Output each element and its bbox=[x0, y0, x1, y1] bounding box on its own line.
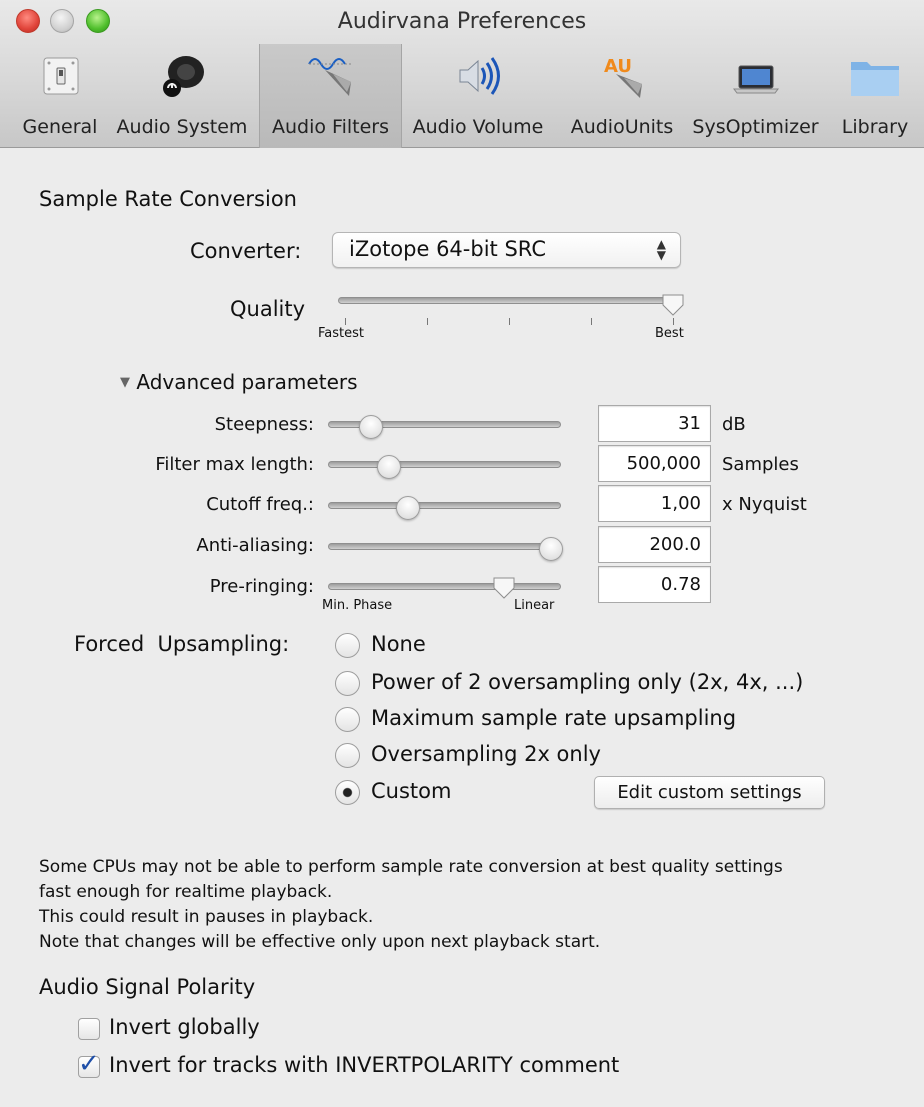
cutoff-slider-knob[interactable] bbox=[396, 496, 420, 520]
anti-aliasing-slider-knob[interactable] bbox=[539, 537, 563, 561]
toolbar-label: General bbox=[22, 116, 98, 138]
pre-ringing-max-label: Linear bbox=[514, 598, 555, 613]
invert-tracks-checkbox[interactable]: ✓ bbox=[78, 1049, 100, 1079]
filter-length-slider-knob[interactable] bbox=[377, 455, 401, 479]
advanced-parameters-label: Advanced parameters bbox=[136, 370, 358, 394]
quality-slider-knob[interactable] bbox=[661, 293, 685, 317]
quality-tick bbox=[345, 318, 346, 325]
invert-tracks-label[interactable]: Invert for tracks with INVERTPOLARITY co… bbox=[109, 1053, 619, 1077]
note-line: Some CPUs may not be able to perform sam… bbox=[39, 857, 783, 877]
invert-globally-label[interactable]: Invert globally bbox=[109, 1015, 260, 1039]
radio-max-sample-rate[interactable] bbox=[335, 707, 360, 732]
forced-upsampling-label: Forced Upsampling: bbox=[74, 632, 290, 656]
quality-tick bbox=[591, 318, 592, 325]
toolbar-audio-volume[interactable]: Audio Volume bbox=[404, 44, 552, 148]
radio-power-of-2-label[interactable]: Power of 2 oversampling only (2x, 4x, ..… bbox=[371, 670, 803, 694]
cutoff-field[interactable]: 1,00 bbox=[598, 485, 711, 522]
radio-max-sample-rate-label[interactable]: Maximum sample rate upsampling bbox=[371, 706, 736, 730]
note-line: Note that changes will be effective only… bbox=[39, 932, 601, 952]
updown-arrows-icon: ▲ ▼ bbox=[656, 237, 666, 262]
radio-custom-label[interactable]: Custom bbox=[371, 779, 451, 803]
quality-tick bbox=[673, 318, 674, 325]
quality-label: Quality bbox=[230, 297, 306, 321]
quality-min-label: Fastest bbox=[318, 326, 364, 341]
anti-aliasing-slider-track bbox=[328, 543, 561, 550]
quality-tick bbox=[427, 318, 428, 325]
laptop-icon bbox=[732, 65, 779, 94]
toolbar-audio-filters[interactable]: Audio Filters bbox=[259, 44, 402, 148]
au-icon: AU bbox=[604, 56, 642, 98]
cutoff-unit: x Nyquist bbox=[722, 494, 807, 515]
toolbar-label: Audio Volume bbox=[412, 116, 544, 138]
param-label-steepness: Steepness: bbox=[214, 414, 314, 435]
switch-icon bbox=[43, 57, 79, 95]
radio-none-label[interactable]: None bbox=[371, 632, 426, 656]
svg-text:AU: AU bbox=[604, 56, 632, 77]
audio-signal-polarity-heading: Audio Signal Polarity bbox=[39, 975, 256, 999]
toolbar-label: SysOptimizer bbox=[692, 116, 819, 138]
radio-none[interactable] bbox=[335, 633, 360, 658]
quality-max-label: Best bbox=[655, 326, 684, 341]
cutoff-slider-track bbox=[328, 502, 561, 509]
toolbar-label: AudioUnits bbox=[570, 116, 674, 138]
checkmark-icon: ✓ bbox=[78, 1049, 100, 1079]
toolbar-library[interactable]: Library bbox=[834, 44, 916, 148]
filter-wave-icon bbox=[307, 58, 351, 96]
radio-oversampling-2x-label[interactable]: Oversampling 2x only bbox=[371, 742, 601, 766]
steepness-field[interactable]: 31 bbox=[598, 405, 711, 442]
filter-length-slider-track bbox=[328, 461, 561, 468]
note-line: This could result in pauses in playback. bbox=[39, 907, 374, 927]
window-titlebar: Audirvana Preferences General Audio Syst… bbox=[0, 0, 924, 148]
folder-icon bbox=[851, 62, 899, 96]
radio-power-of-2[interactable] bbox=[335, 671, 360, 696]
edit-custom-settings-button[interactable]: Edit custom settings bbox=[594, 776, 825, 809]
sample-rate-conversion-heading: Sample Rate Conversion bbox=[39, 187, 297, 211]
filter-max-length-field[interactable]: 500,000 bbox=[598, 445, 711, 482]
pre-ringing-slider-track bbox=[328, 583, 561, 590]
toolbar-audiounits[interactable]: AU AudioUnits bbox=[560, 44, 684, 148]
window-title: Audirvana Preferences bbox=[337, 9, 587, 34]
converter-label: Converter: bbox=[190, 239, 302, 263]
toolbar-general[interactable]: General bbox=[14, 44, 106, 148]
anti-aliasing-field[interactable]: 200.0 bbox=[598, 526, 711, 563]
toolbar-label: Library bbox=[841, 116, 909, 138]
pre-ringing-slider-knob[interactable] bbox=[492, 576, 516, 600]
param-label-pre-ringing: Pre-ringing: bbox=[209, 576, 314, 597]
quality-slider-track bbox=[338, 297, 682, 304]
pre-ringing-field[interactable]: 0.78 bbox=[598, 566, 711, 603]
steepness-slider-knob[interactable] bbox=[359, 415, 383, 439]
radio-custom[interactable] bbox=[335, 780, 360, 805]
toolbar-audio-system[interactable]: Audio System bbox=[112, 44, 252, 148]
quality-tick bbox=[509, 318, 510, 325]
note-line: fast enough for realtime playback. bbox=[39, 882, 333, 902]
invert-globally-checkbox[interactable] bbox=[78, 1018, 100, 1040]
converter-popup[interactable]: iZotope 64-bit SRC ▲ ▼ bbox=[332, 232, 681, 268]
toolbar-label: Audio System bbox=[116, 116, 248, 138]
filter-max-length-unit: Samples bbox=[722, 454, 799, 475]
converter-value: iZotope 64-bit SRC bbox=[349, 237, 546, 261]
disclosure-triangle-icon: ▼ bbox=[120, 375, 130, 390]
steepness-unit: dB bbox=[722, 414, 746, 435]
param-label-filter-max-length: Filter max length: bbox=[155, 454, 314, 475]
param-label-cutoff: Cutoff freq.: bbox=[206, 494, 314, 515]
pre-ringing-min-label: Min. Phase bbox=[322, 598, 393, 613]
radio-oversampling-2x[interactable] bbox=[335, 743, 360, 768]
advanced-parameters-disclosure[interactable]: ▼ Advanced parameters bbox=[120, 370, 358, 394]
speaker-icon bbox=[163, 56, 204, 97]
volume-icon bbox=[459, 57, 500, 95]
param-label-anti-aliasing: Anti-aliasing: bbox=[196, 535, 314, 556]
toolbar-sysoptimizer[interactable]: SysOptimizer bbox=[688, 44, 823, 148]
toolbar-label: Audio Filters bbox=[272, 116, 389, 138]
